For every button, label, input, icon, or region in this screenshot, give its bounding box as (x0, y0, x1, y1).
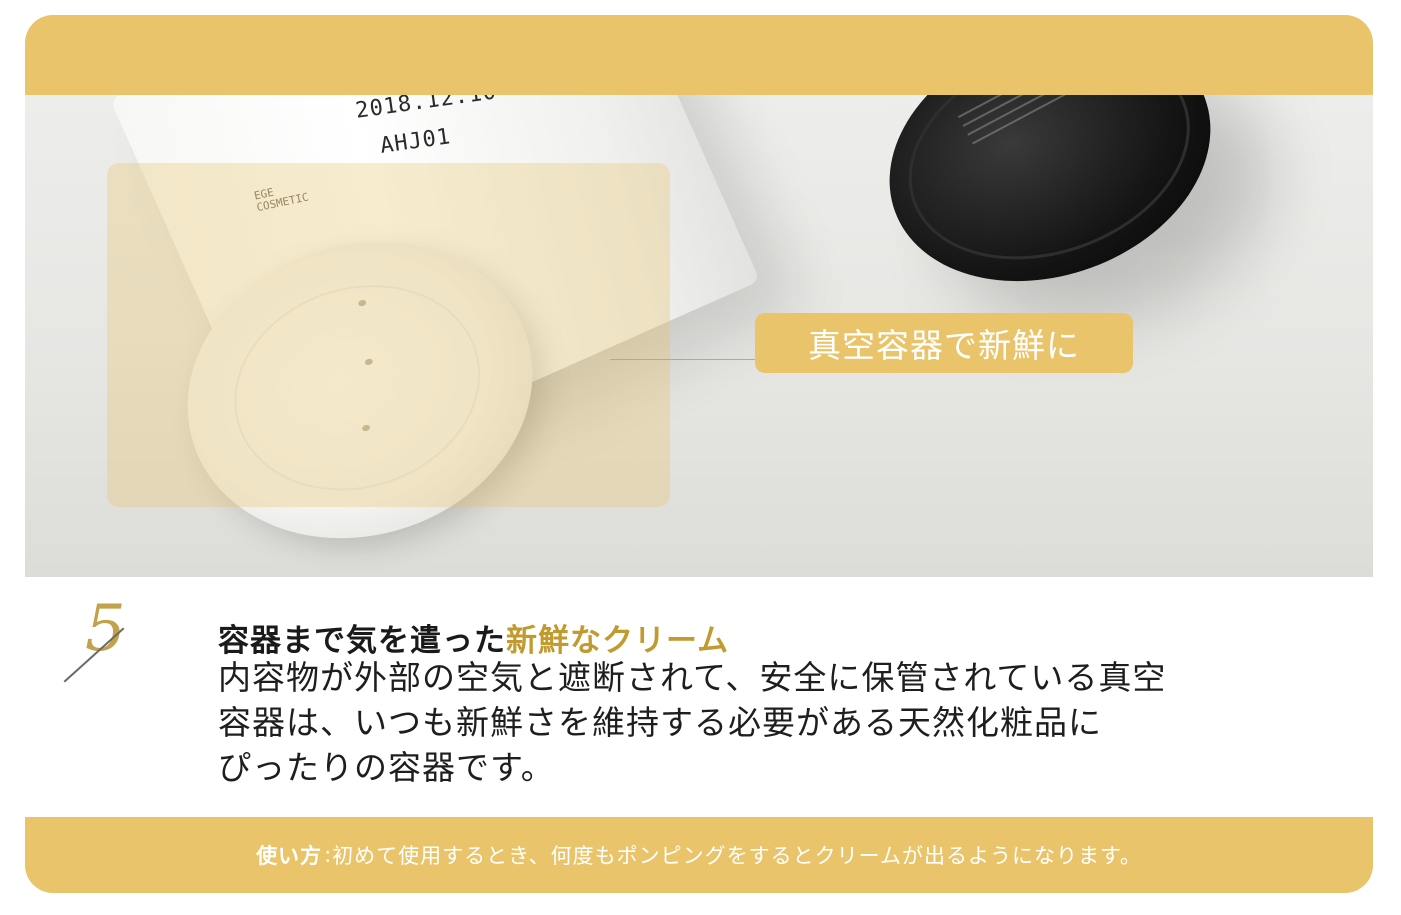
callout-label: 真空容器で新鮮に (755, 313, 1133, 373)
feature-description: 5 容器まで気を遣った新鮮なクリーム 内容物が外部の空気と遮断されて、安全に保管… (25, 577, 1373, 817)
feature-heading: 容器まで気を遣った新鮮なクリーム (218, 615, 729, 660)
body-line: ぴったりの容器です。 (218, 748, 555, 787)
heading-plain: 容器まで気を遣った (218, 623, 506, 659)
heading-accent: 新鮮なクリーム (506, 623, 730, 659)
highlight-overlay (107, 163, 670, 507)
body-line: 内容物が外部の空気と遮断されて、安全に保管されている真空 (218, 658, 1167, 697)
usage-label: 使い方 (256, 844, 323, 868)
usage-footer: 使い方 : 初めて使用するとき、何度もポンピングをするとクリームが出るようになり… (25, 817, 1373, 893)
product-photo: 2018.12.10 AHJ01 EGE COSMETIC 真空容器で新鮮に (25, 95, 1373, 577)
feature-body: 内容物が外部の空気と遮断されて、安全に保管されている真空 容器は、いつも新鮮さを… (218, 655, 1318, 790)
callout-connector-line (610, 359, 756, 360)
usage-separator: : (324, 843, 333, 867)
product-feature-card: 2018.12.10 AHJ01 EGE COSMETIC 真空容器で新鮮に 5… (25, 15, 1373, 893)
body-line: 容器は、いつも新鮮さを維持する必要がある天然化粧品に (218, 703, 1102, 742)
black-cap (853, 95, 1247, 325)
usage-text: 初めて使用するとき、何度もポンピングをするとクリームが出るようになります。 (332, 844, 1142, 868)
